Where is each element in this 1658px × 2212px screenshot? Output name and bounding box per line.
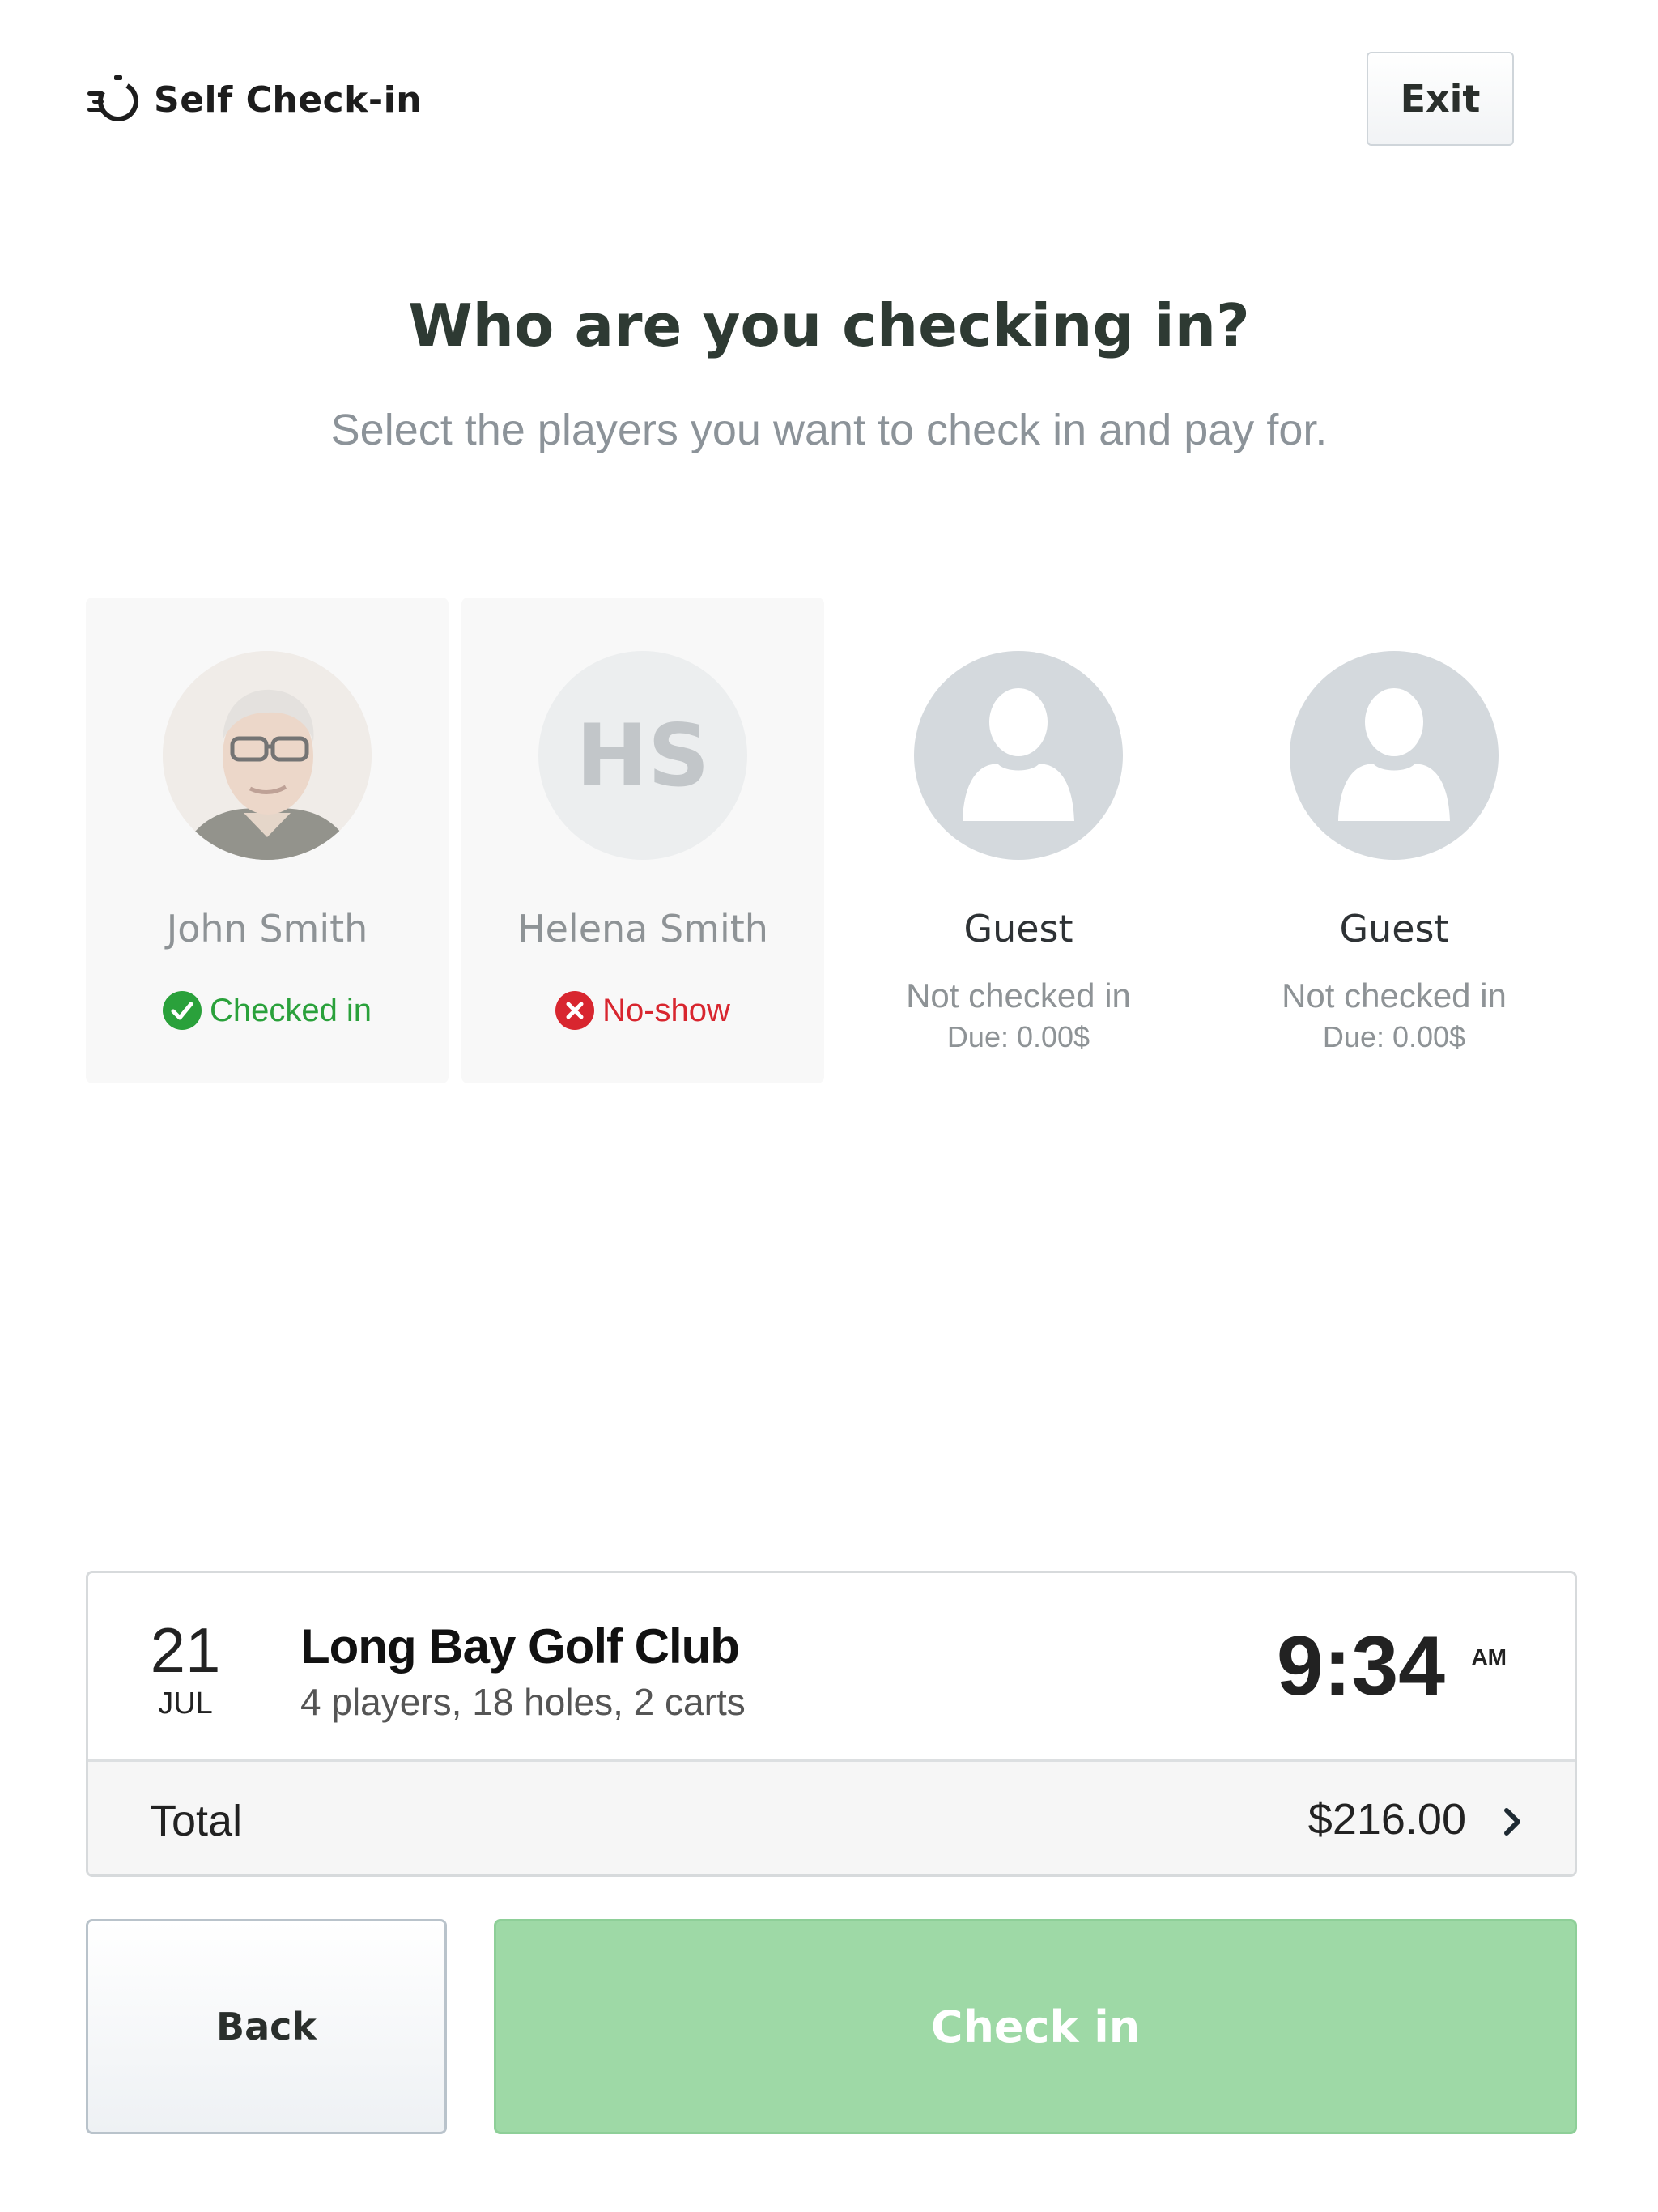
player-name: Helena Smith [517,907,768,951]
self-checkin-page: Self Check-in Exit Who are you checking … [0,0,1658,2212]
player-name: John Smith [166,907,368,951]
player-due: Due: 0.00$ [946,1020,1090,1053]
person-placeholder-icon [1338,688,1450,821]
booking-day: 21 [150,1614,221,1686]
player-status: Not checked in [906,976,1131,1015]
check-circle-icon [162,991,202,1030]
status-label: Checked in [209,992,372,1028]
player-name: Guest [1339,907,1449,951]
status-label: No-show [602,992,730,1028]
avatar [163,651,372,860]
total-amount: $216.00 [1307,1795,1466,1844]
total-label: Total [150,1797,243,1845]
page-title: Who are you checking in? [408,291,1250,359]
player-status: Not checked in [1282,976,1507,1015]
club-name: Long Bay Golf Club [300,1619,740,1674]
player-status: Checked in [86,991,449,1030]
stopwatch-speed-icon [87,75,138,121]
x-circle-icon [555,991,595,1030]
player-status: No-show [461,991,824,1030]
total-row[interactable]: Total $216.00 [88,1759,1575,1874]
avatar [914,651,1123,860]
player-due: Due: 0.00$ [1322,1020,1466,1053]
player-name: Guest [963,907,1073,951]
tee-time-ampm: AM [1471,1644,1507,1670]
brand-label: Self Check-in [154,79,423,121]
chevron-right-icon [1504,1808,1520,1836]
booking-month: JUL [158,1687,213,1721]
player-card-guest-2[interactable]: Guest Not checked in Due: 0.00$ [1213,598,1575,1083]
player-card-guest-1[interactable]: Guest Not checked in Due: 0.00$ [837,598,1200,1083]
player-card-john-smith[interactable]: John Smith Checked in [86,598,449,1083]
avatar: HS [538,651,747,860]
booking-details: 4 players, 18 holes, 2 carts [300,1681,746,1723]
check-in-button[interactable]: Check in [494,1919,1577,2134]
avatar [1290,651,1499,860]
booking-summary: 21 JUL Long Bay Golf Club 4 players, 18 … [86,1571,1577,1877]
tee-time: 9:34 [1276,1619,1445,1713]
brand: Self Check-in [86,71,422,128]
person-placeholder-icon [963,688,1074,821]
player-card-helena-smith[interactable]: HS Helena Smith No-show [461,598,824,1083]
player-photo-icon [163,651,372,860]
exit-button[interactable]: Exit [1367,52,1514,146]
page-subtitle: Select the players you want to check in … [330,406,1328,454]
back-button[interactable]: Back [86,1919,447,2134]
